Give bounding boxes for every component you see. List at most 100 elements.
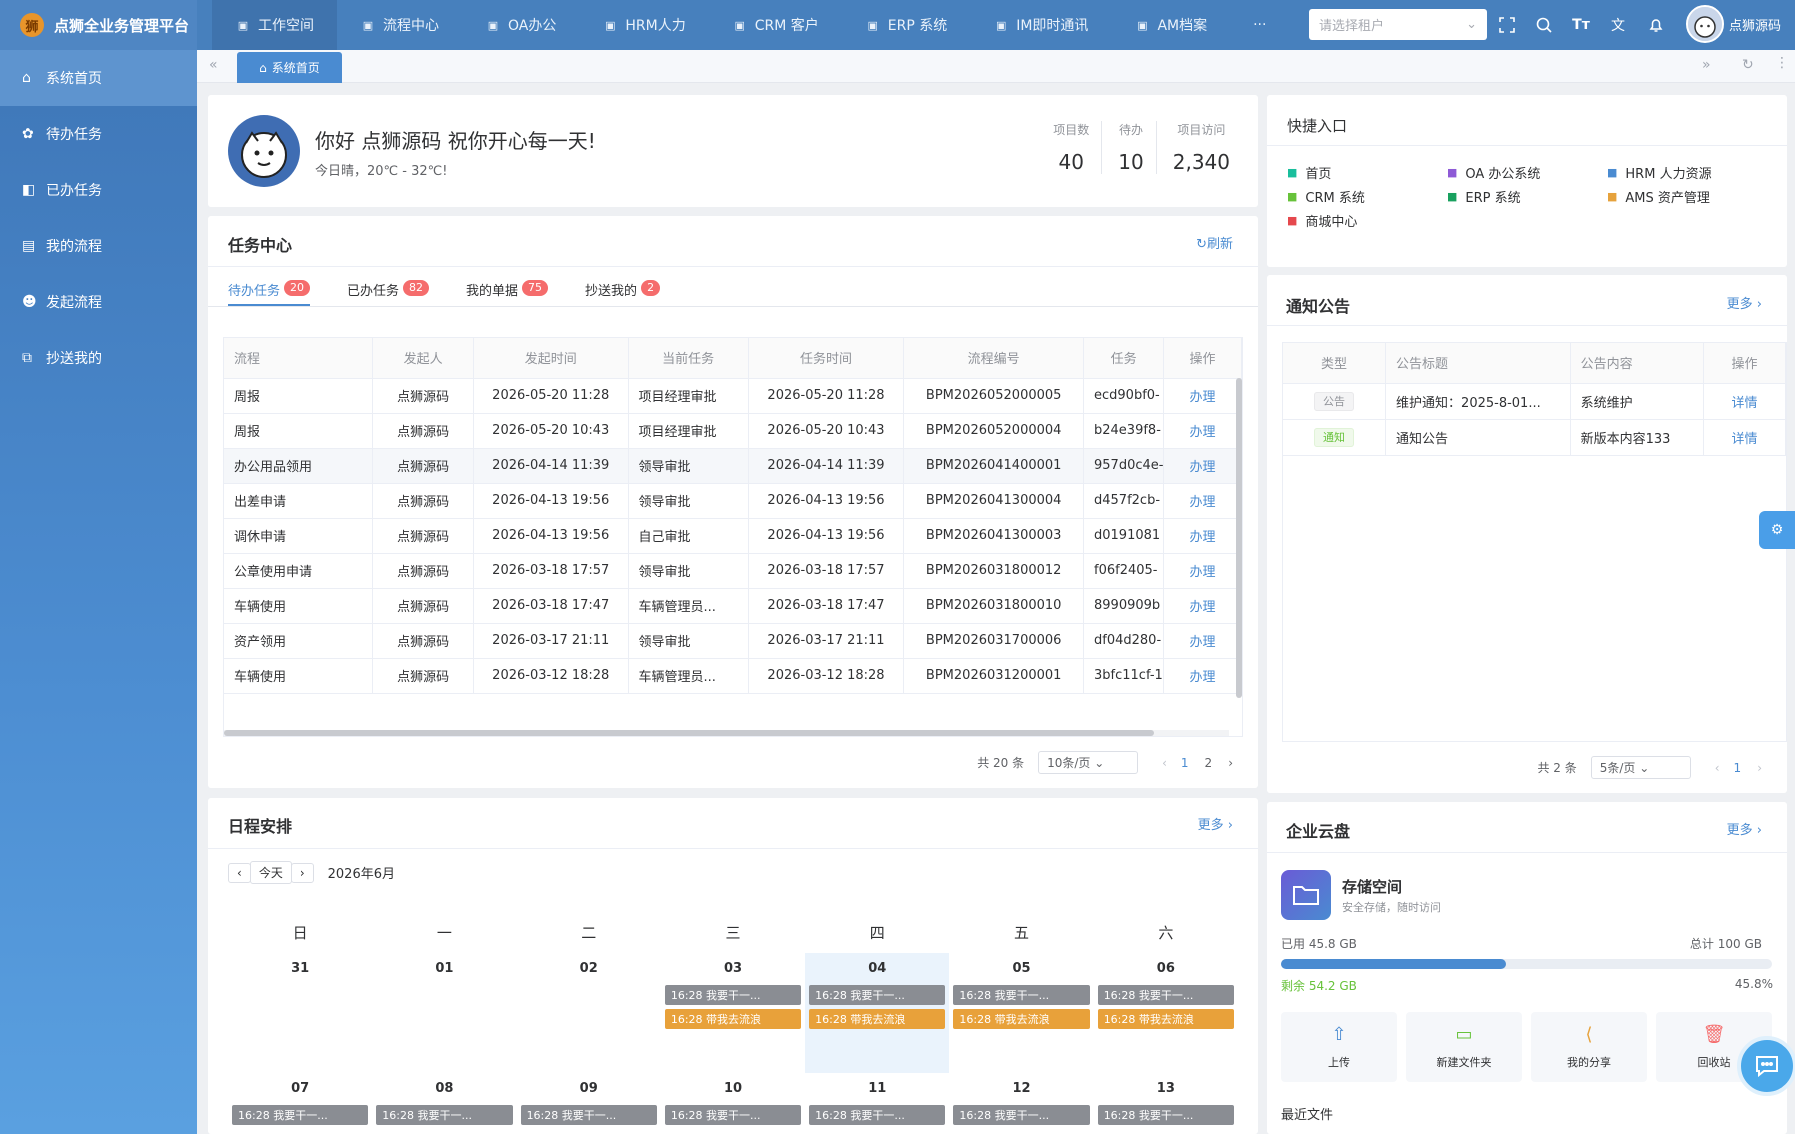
calendar-event[interactable]: 16:28 带我去流浪 bbox=[953, 1009, 1090, 1029]
calendar-event[interactable]: 16:28 我要干一... bbox=[520, 1105, 657, 1125]
calendar-day[interactable]: 03 16:28 我要干一... 16:28 带我去流浪 bbox=[661, 953, 805, 1073]
notice-next-page-icon[interactable]: › bbox=[1757, 761, 1762, 775]
notice-page-1[interactable]: 1 bbox=[1734, 761, 1742, 775]
sidebar-item-1[interactable]: ✿ 待办任务 bbox=[0, 106, 197, 162]
handle-link[interactable]: 办理 bbox=[1163, 518, 1242, 554]
notice-detail-link[interactable]: 详情 bbox=[1703, 383, 1786, 420]
task-tab-3[interactable]: 抄送我的 2 bbox=[585, 274, 661, 306]
top-nav-item-0[interactable]: ▣ 工作空间 bbox=[212, 0, 337, 50]
calendar-day[interactable]: 31 bbox=[228, 953, 372, 1073]
table-row[interactable]: 资产领用 点狮源码 2026-03-17 21:11 领导审批 2026-03-17 2… bbox=[224, 623, 1242, 659]
calendar-event[interactable]: 16:28 我要干一... bbox=[376, 1105, 513, 1125]
top-nav-item-1[interactable]: ▣ 流程中心 bbox=[337, 0, 462, 50]
sidebar-item-3[interactable]: ▤ 我的流程 bbox=[0, 218, 197, 274]
cloud-action-2[interactable]: ⟨ 我的分享 bbox=[1531, 1012, 1647, 1082]
handle-link[interactable]: 办理 bbox=[1163, 588, 1242, 624]
calendar-day[interactable]: 08 16:28 我要干一... bbox=[372, 1073, 516, 1133]
tab-home[interactable]: ⌂ 系统首页 bbox=[237, 52, 342, 83]
top-nav-item-7[interactable]: ▣ AM档案 bbox=[1111, 0, 1230, 50]
calendar-event[interactable]: 16:28 我要干一... bbox=[953, 1105, 1090, 1125]
quick-entry-6[interactable]: ■ 商城中心 bbox=[1287, 211, 1447, 230]
cloud-more-link[interactable]: 更多 › bbox=[1727, 819, 1762, 838]
table-row[interactable]: 周报 点狮源码 2026-05-20 11:28 项目经理审批 2026-05-20 1… bbox=[224, 378, 1242, 414]
quick-entry-4[interactable]: ■ ERP 系统 bbox=[1447, 187, 1607, 206]
cloud-action-1[interactable]: ▭ 新建文件夹 bbox=[1406, 1012, 1522, 1082]
top-nav-item-8[interactable]: ··· bbox=[1230, 0, 1289, 50]
calendar-event[interactable]: 16:28 我要干一... bbox=[1097, 985, 1234, 1005]
calendar-day[interactable]: 04 16:28 我要干一... 16:28 带我去流浪 bbox=[805, 953, 950, 1073]
table-row[interactable]: 出差申请 点狮源码 2026-04-13 19:56 领导审批 2026-04-13 1… bbox=[224, 483, 1242, 519]
calendar-event[interactable]: 16:28 我要干一... bbox=[809, 1105, 946, 1125]
calendar-day[interactable]: 06 16:28 我要干一... 16:28 带我去流浪 bbox=[1094, 953, 1238, 1073]
chat-bubble-icon[interactable] bbox=[1737, 1036, 1795, 1096]
horizontal-scrollbar[interactable] bbox=[224, 730, 1229, 736]
calendar-day[interactable]: 07 16:28 我要干一... bbox=[228, 1073, 372, 1133]
bell-icon[interactable] bbox=[1646, 15, 1666, 35]
table-row[interactable]: 车辆使用 点狮源码 2026-03-12 18:28 车辆管理员... 2026-03-… bbox=[224, 658, 1242, 694]
quick-entry-1[interactable]: ■ OA 办公系统 bbox=[1447, 163, 1607, 182]
table-row[interactable]: 办公用品领用 点狮源码 2026-04-14 11:39 领导审批 2026-04-14… bbox=[224, 448, 1242, 484]
top-nav-item-4[interactable]: ▣ CRM 客户 bbox=[709, 0, 842, 50]
notice-more-link[interactable]: 更多 › bbox=[1727, 293, 1762, 312]
cloud-action-0[interactable]: ⇧ 上传 bbox=[1281, 1012, 1397, 1082]
collapse-icon[interactable]: « bbox=[209, 57, 218, 73]
task-tab-2[interactable]: 我的单据 75 bbox=[466, 274, 549, 306]
translate-icon[interactable]: 文 bbox=[1608, 15, 1628, 35]
handle-link[interactable]: 办理 bbox=[1163, 658, 1242, 694]
table-row[interactable]: 车辆使用 点狮源码 2026-03-18 17:47 车辆管理员... 2026-03-… bbox=[224, 588, 1242, 624]
table-row[interactable]: 公章使用申请 点狮源码 2026-03-18 17:57 领导审批 2026-03-18… bbox=[224, 553, 1242, 589]
sidebar-item-2[interactable]: ◧ 已办任务 bbox=[0, 162, 197, 218]
top-nav-item-2[interactable]: ▣ OA办公 bbox=[462, 0, 579, 50]
calendar-day[interactable]: 01 bbox=[372, 953, 516, 1073]
calendar-event[interactable]: 16:28 带我去流浪 bbox=[664, 1009, 802, 1029]
handle-link[interactable]: 办理 bbox=[1163, 413, 1242, 449]
schedule-more-link[interactable]: 更多 › bbox=[1198, 814, 1233, 833]
calendar-day[interactable]: 05 16:28 我要干一... 16:28 带我去流浪 bbox=[949, 953, 1093, 1073]
refresh-button[interactable]: ↻刷新 bbox=[1196, 233, 1233, 252]
handle-link[interactable]: 办理 bbox=[1163, 483, 1242, 519]
table-row[interactable]: 通知 通知公告 新版本内容133 详情 bbox=[1283, 419, 1786, 456]
next-month-button[interactable]: › bbox=[290, 862, 314, 883]
calendar-event[interactable]: 16:28 我要干一... bbox=[664, 985, 802, 1005]
calendar-day[interactable]: 10 16:28 我要干一... bbox=[661, 1073, 805, 1133]
calendar-day[interactable]: 11 16:28 我要干一... bbox=[805, 1073, 949, 1133]
calendar-event[interactable]: 16:28 带我去流浪 bbox=[809, 1009, 946, 1029]
calendar-day[interactable]: 12 16:28 我要干一... bbox=[949, 1073, 1093, 1133]
quick-entry-2[interactable]: ■ HRM 人力资源 bbox=[1607, 163, 1767, 182]
handle-link[interactable]: 办理 bbox=[1163, 378, 1242, 414]
today-button[interactable]: 今天 bbox=[249, 861, 292, 884]
task-pagesize-select[interactable]: 10条/页 ⌄ bbox=[1038, 751, 1139, 774]
calendar-event[interactable]: 16:28 我要干一... bbox=[232, 1105, 369, 1125]
reload-icon[interactable]: ↻ bbox=[1742, 57, 1754, 73]
table-row[interactable]: 公告 维护通知：2025-8-01... 系统维护 详情 bbox=[1283, 383, 1786, 420]
task-tab-0[interactable]: 待办任务 20 bbox=[228, 274, 311, 306]
calendar-day[interactable]: 13 16:28 我要干一... bbox=[1094, 1073, 1238, 1133]
app-logo[interactable]: 狮 点狮全业务管理平台 bbox=[0, 0, 197, 50]
vertical-scrollbar[interactable] bbox=[1236, 378, 1242, 698]
calendar-day[interactable]: 02 bbox=[517, 953, 661, 1073]
sidebar-item-0[interactable]: ⌂ 系统首页 bbox=[0, 50, 197, 106]
calendar-event[interactable]: 16:28 我要干一... bbox=[953, 985, 1090, 1005]
calendar-day[interactable]: 09 16:28 我要干一... bbox=[517, 1073, 661, 1133]
table-row[interactable]: 调休申请 点狮源码 2026-04-13 19:56 自己审批 2026-04-13 1… bbox=[224, 518, 1242, 554]
fullscreen-icon[interactable] bbox=[1497, 15, 1517, 35]
quick-entry-3[interactable]: ■ CRM 系统 bbox=[1287, 187, 1447, 206]
tabs-menu-icon[interactable]: ⋮ bbox=[1775, 55, 1789, 71]
top-nav-item-3[interactable]: ▣ HRM人力 bbox=[579, 0, 708, 50]
sidebar-item-5[interactable]: ⧉ 抄送我的 bbox=[0, 330, 197, 386]
handle-link[interactable]: 办理 bbox=[1163, 553, 1242, 589]
calendar-event[interactable]: 16:28 我要干一... bbox=[664, 1105, 802, 1125]
user-menu[interactable]: 点狮源码 bbox=[1686, 5, 1781, 43]
tenant-select[interactable]: 请选择租户 ⌄ bbox=[1309, 9, 1487, 40]
font-size-icon[interactable]: Tт bbox=[1571, 15, 1591, 35]
page-2[interactable]: 2 bbox=[1205, 756, 1213, 770]
calendar-event[interactable]: 16:28 我要干一... bbox=[809, 985, 946, 1005]
calendar-event[interactable]: 16:28 我要干一... bbox=[1097, 1105, 1234, 1125]
handle-link[interactable]: 办理 bbox=[1163, 623, 1242, 659]
handle-link[interactable]: 办理 bbox=[1163, 448, 1242, 484]
prev-month-button[interactable]: ‹ bbox=[228, 862, 251, 883]
next-page-icon[interactable]: › bbox=[1228, 756, 1233, 770]
quick-entry-0[interactable]: ■ 首页 bbox=[1287, 163, 1447, 182]
settings-gear-icon[interactable]: ⚙ bbox=[1759, 511, 1795, 549]
top-nav-item-5[interactable]: ▣ ERP 系统 bbox=[842, 0, 970, 50]
